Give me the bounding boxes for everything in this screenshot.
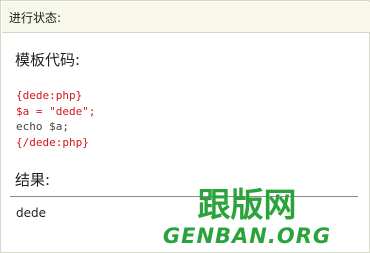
result-divider: [10, 196, 358, 197]
code-line: $a = "dede";: [16, 104, 96, 118]
status-title: 进行状态:: [9, 11, 62, 25]
code-block: {dede:php} $a = "dede"; echo $a; {/dede:php…: [16, 88, 95, 150]
result-heading: 结果:: [15, 171, 51, 189]
code-line: {dede:php}: [16, 89, 83, 102]
result-output: dede: [16, 206, 46, 220]
template-code-heading: 模板代码:: [15, 51, 81, 69]
code-line: {/dede:php}: [16, 135, 89, 149]
code-line: echo $a;: [16, 120, 69, 133]
status-header: 进行状态:: [2, 2, 370, 33]
